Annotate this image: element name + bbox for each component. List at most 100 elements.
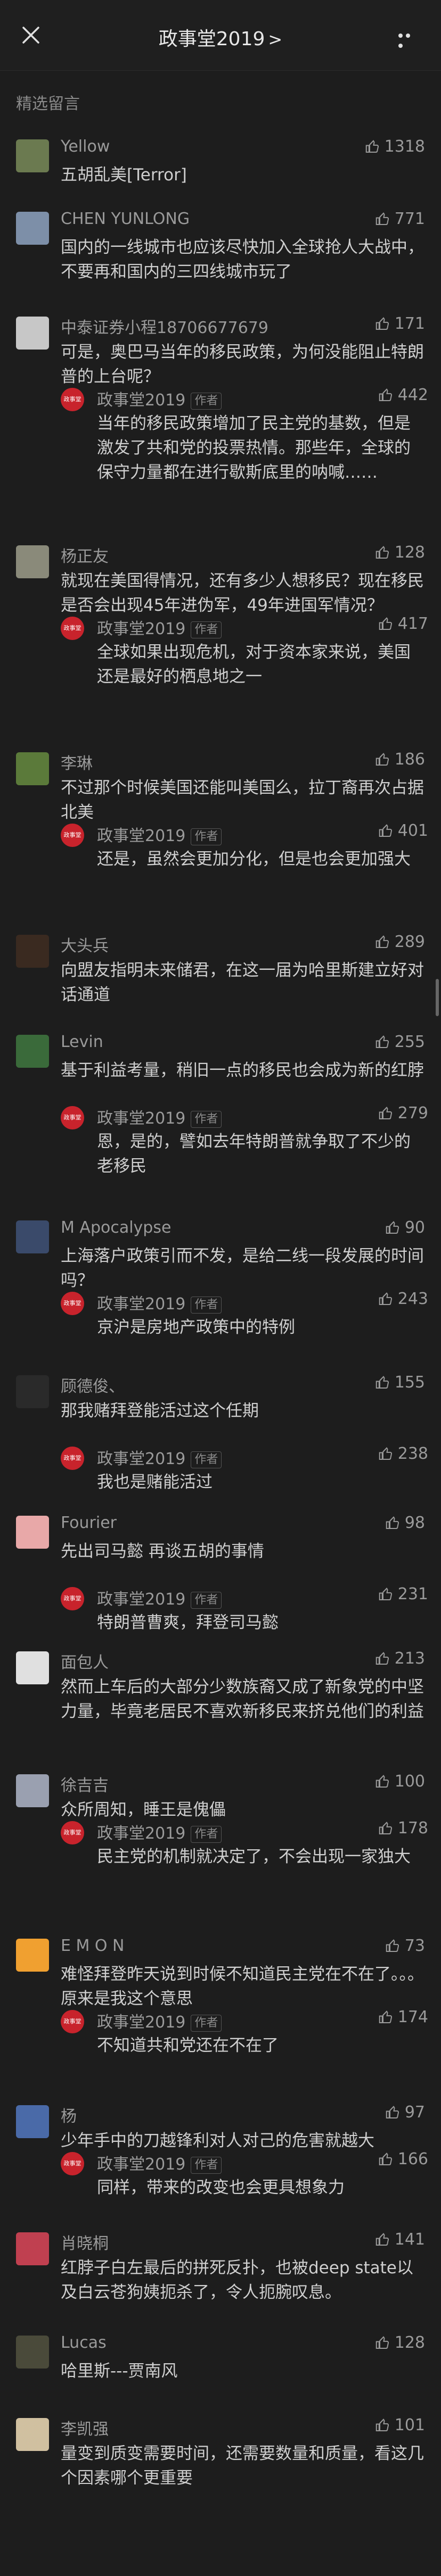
comment-text: 不过那个时候美国还能叫美国么，拉丁裔再次占据北美 [61, 778, 424, 822]
like-button[interactable]: 128 [374, 543, 425, 562]
like-count: 1318 [384, 137, 425, 156]
author-name-text: 政事堂2019 [97, 1824, 186, 1843]
comment-text: 然而上车后的大部分少数族裔又成了新象党的中坚力量，毕竟老居民不喜欢新移民来挤兑他… [61, 1677, 424, 1721]
avatar[interactable] [16, 1651, 49, 1684]
avatar[interactable] [16, 317, 49, 350]
avatar[interactable] [16, 545, 49, 578]
like-button[interactable]: 178 [378, 1819, 428, 1838]
like-count: 238 [397, 1444, 428, 1463]
like-count: 128 [394, 2333, 425, 2352]
like-button[interactable]: 90 [385, 1218, 425, 1237]
avatar[interactable] [16, 1774, 49, 1807]
author-avatar[interactable]: 政事堂 [61, 1587, 84, 1610]
like-button[interactable]: 101 [374, 2416, 425, 2434]
like-button[interactable]: 279 [378, 1104, 428, 1123]
thumb-up-icon [386, 1220, 399, 1234]
thumb-up-icon [375, 2418, 389, 2431]
like-count: 417 [397, 614, 428, 633]
author-avatar[interactable]: 政事堂 [61, 2152, 84, 2175]
author-badge: 作者 [191, 1451, 222, 1468]
like-button[interactable]: 100 [374, 1772, 425, 1791]
avatar[interactable] [16, 752, 49, 785]
commenter-name: 顾德俊、 [61, 1377, 125, 1396]
like-button[interactable]: 166 [378, 2150, 428, 2168]
author-name: 政事堂2019 作者 [97, 616, 222, 639]
like-button[interactable]: 174 [378, 2008, 428, 2026]
like-button[interactable]: 97 [385, 2103, 425, 2122]
like-button[interactable]: 186 [374, 750, 425, 769]
avatar[interactable] [16, 212, 49, 245]
avatar[interactable] [16, 2232, 49, 2265]
avatar[interactable] [16, 935, 49, 968]
thumb-up-icon [379, 1106, 392, 1119]
author-badge: 作者 [191, 1825, 222, 1843]
author-name: 政事堂2019 作者 [97, 1105, 222, 1128]
like-button[interactable]: 417 [378, 614, 428, 633]
comment-text: 向盟友指明未来储君，在这一届为哈里斯建立好对话通道 [61, 961, 424, 1004]
author-name-text: 政事堂2019 [97, 827, 186, 845]
avatar[interactable] [16, 1939, 49, 1972]
like-button[interactable]: 1318 [364, 137, 425, 156]
account-name[interactable]: 政事堂2019 [159, 28, 265, 50]
thumb-up-icon [375, 2232, 389, 2246]
like-button[interactable]: 128 [374, 2333, 425, 2352]
like-button[interactable]: 231 [378, 1585, 428, 1603]
like-button[interactable]: 289 [374, 933, 425, 951]
author-name-text: 政事堂2019 [97, 1590, 186, 1609]
commenter-name: Fourier [61, 1514, 117, 1532]
comment-text: 量变到质变需要时间，还需要数量和质量，看这几个因素哪个更重要 [61, 2444, 424, 2488]
like-button[interactable]: 155 [374, 1373, 425, 1392]
author-avatar[interactable]: 政事堂 [61, 1106, 84, 1129]
avatar[interactable] [16, 1035, 49, 1068]
thumb-up-icon [379, 1292, 392, 1305]
like-count: 171 [394, 314, 425, 333]
author-avatar[interactable]: 政事堂 [61, 2010, 84, 2033]
commenter-name: 大头兵 [61, 937, 109, 955]
author-name: 政事堂2019 作者 [97, 387, 222, 410]
avatar[interactable] [16, 139, 49, 172]
reply-text: 当年的移民政策增加了民主党的基数，但是激发了共和党的投票热情。那些年，全球的保守… [97, 414, 411, 482]
author-avatar[interactable]: 政事堂 [61, 824, 84, 847]
thumb-up-icon [375, 1375, 389, 1389]
avatar[interactable] [16, 1220, 49, 1253]
like-count: 178 [397, 1819, 428, 1838]
avatar[interactable] [16, 2418, 49, 2451]
like-button[interactable]: 243 [378, 1290, 428, 1308]
comment-text: 先出司马懿 再谈五胡的事情 [61, 1542, 264, 1561]
avatar[interactable] [16, 2336, 49, 2369]
like-count: 128 [394, 543, 425, 562]
author-avatar[interactable]: 政事堂 [61, 1447, 84, 1470]
reply-text: 京沪是房地产政策中的特例 [97, 1318, 295, 1337]
commenter-name: 杨 [61, 2107, 77, 2126]
more-icon[interactable] [398, 30, 420, 48]
avatar[interactable] [16, 1516, 49, 1549]
like-button[interactable]: 401 [378, 821, 428, 840]
like-button[interactable]: 171 [374, 314, 425, 333]
avatar[interactable] [16, 1375, 49, 1408]
scrollbar[interactable] [436, 979, 439, 1016]
author-badge: 作者 [191, 392, 222, 410]
like-button[interactable]: 98 [385, 1514, 425, 1532]
like-button[interactable]: 141 [374, 2230, 425, 2249]
author-avatar[interactable]: 政事堂 [61, 1292, 84, 1315]
like-button[interactable]: 73 [385, 1937, 425, 1955]
author-name-text: 政事堂2019 [97, 2155, 186, 2174]
avatar[interactable] [16, 2105, 49, 2138]
reply-text: 全球如果出现危机，对于资本家来说，美国还是最好的栖息地之一 [97, 643, 411, 686]
like-count: 231 [397, 1585, 428, 1603]
like-button[interactable]: 771 [374, 210, 425, 228]
commenter-name: Yellow [61, 137, 110, 156]
thumb-up-icon [386, 2105, 399, 2118]
like-button[interactable]: 238 [378, 1444, 428, 1463]
like-button[interactable]: 442 [378, 386, 428, 404]
thumb-up-icon [379, 617, 392, 630]
page-title[interactable]: 政事堂2019 > [0, 23, 441, 51]
like-button[interactable]: 255 [374, 1033, 425, 1051]
commenter-name: 肖晓桐 [61, 2234, 109, 2253]
like-button[interactable]: 213 [374, 1649, 425, 1668]
comment-text: 难怪拜登昨天说到时候不知道民主党在不在了。。。原来是我这个意思 [61, 1965, 424, 2008]
author-avatar[interactable]: 政事堂 [61, 388, 84, 411]
commenter-name: Lucas [61, 2333, 107, 2352]
author-avatar[interactable]: 政事堂 [61, 617, 84, 640]
author-avatar[interactable]: 政事堂 [61, 1821, 84, 1844]
